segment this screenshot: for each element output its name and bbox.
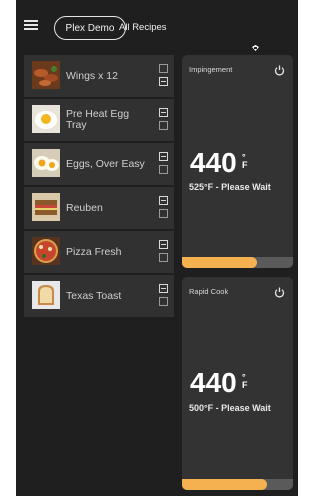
all-recipes-link[interactable]: All Recipes	[119, 22, 167, 33]
egg-thumb	[32, 105, 60, 133]
checkbox[interactable]	[159, 297, 168, 306]
recipe-list: Wings x 12 Pre Heat Egg Tray Eggs, Over …	[24, 55, 174, 319]
preheat-status: 525°F - Please Wait	[189, 182, 271, 192]
pizza-thumb	[32, 237, 60, 265]
recipe-item[interactable]: Wings x 12	[24, 55, 174, 97]
checkbox[interactable]	[159, 152, 168, 161]
wings-thumb	[32, 61, 60, 89]
device-selector-button[interactable]: Plex Demo	[54, 16, 126, 40]
temperature-value: 440 ° F	[190, 147, 248, 178]
power-icon[interactable]	[274, 63, 285, 76]
app-screen: Plex Demo All Recipes Wings x 12 Pre Hea…	[16, 0, 298, 496]
cavity-card-impingement: Impingement 440 ° F 525°F - Please Wait	[182, 55, 293, 268]
toast-thumb	[32, 281, 60, 309]
checkbox[interactable]	[159, 284, 168, 293]
power-icon[interactable]	[274, 285, 285, 298]
checkbox[interactable]	[159, 165, 168, 174]
checkbox[interactable]	[159, 196, 168, 205]
recipe-name: Reuben	[66, 201, 103, 214]
eggs-thumb	[32, 149, 60, 177]
recipe-name: Pizza Fresh	[66, 245, 122, 258]
recipe-name: Texas Toast	[66, 289, 122, 302]
cavity-title: Impingement	[189, 65, 233, 74]
cavity-card-rapid-cook: Rapid Cook 440 ° F 500°F - Please Wait	[182, 277, 293, 490]
progress-bar	[182, 479, 293, 490]
cavity-title: Rapid Cook	[189, 287, 229, 296]
recipe-item[interactable]: Reuben	[24, 187, 174, 229]
recipe-item[interactable]: Pizza Fresh	[24, 231, 174, 273]
recipe-name: Eggs, Over Easy	[66, 157, 145, 170]
progress-fill	[182, 479, 268, 490]
recipe-name: Wings x 12	[66, 69, 118, 82]
recipe-item[interactable]: Texas Toast	[24, 275, 174, 317]
recipe-name: Pre Heat Egg Tray	[66, 108, 130, 131]
temperature-unit: ° F	[242, 152, 248, 170]
recipe-item[interactable]: Eggs, Over Easy	[24, 143, 174, 185]
hamburger-icon[interactable]	[24, 20, 38, 30]
wifi-status-icon	[252, 44, 259, 53]
checkbox[interactable]	[159, 240, 168, 249]
temperature-value: 440 ° F	[190, 367, 248, 398]
checkbox[interactable]	[159, 209, 168, 218]
progress-fill	[182, 257, 258, 268]
temperature-unit: ° F	[242, 372, 248, 390]
checkbox[interactable]	[159, 121, 168, 130]
checkbox[interactable]	[159, 108, 168, 117]
reuben-thumb	[32, 193, 60, 221]
progress-bar	[182, 257, 293, 268]
checkbox[interactable]	[159, 77, 168, 86]
recipe-item[interactable]: Pre Heat Egg Tray	[24, 99, 174, 141]
checkbox[interactable]	[159, 253, 168, 262]
checkbox[interactable]	[159, 64, 168, 73]
top-bar: Plex Demo All Recipes	[16, 0, 298, 52]
preheat-status: 500°F - Please Wait	[189, 403, 271, 413]
